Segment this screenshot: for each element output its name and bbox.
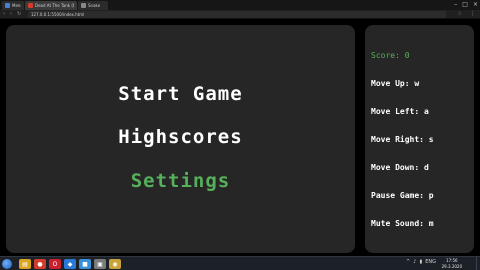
language-indicator[interactable]: ENG bbox=[425, 259, 436, 265]
chrome-icon[interactable]: ● bbox=[34, 259, 46, 269]
close-icon[interactable]: × bbox=[473, 1, 478, 8]
taskbar: ▤ ● O ◆ ■ ▣ ◉ ^ ♪ ▮ ENG 17:56 29.3.2020 bbox=[0, 256, 480, 270]
mute-sound-label: Mute Sound: m bbox=[371, 219, 434, 228]
forward-icon[interactable]: › bbox=[10, 11, 12, 17]
tab-snake[interactable]: Snake bbox=[78, 1, 108, 10]
tray-expand-icon[interactable]: ^ bbox=[406, 259, 410, 265]
settings-button[interactable]: Settings bbox=[6, 170, 355, 192]
clock-date: 29.3.2020 bbox=[441, 264, 462, 269]
chrome-2-icon[interactable]: ◉ bbox=[109, 259, 121, 269]
file-explorer-icon[interactable]: ▤ bbox=[19, 259, 31, 269]
back-icon[interactable]: ‹ bbox=[3, 11, 5, 17]
tab-title: Menu bbox=[12, 3, 21, 8]
move-left-label: Move Left: a bbox=[371, 107, 429, 116]
photos-icon[interactable]: ▣ bbox=[94, 259, 106, 269]
controls-panel: Score: 0 Move Up: w Move Left: a Move Ri… bbox=[365, 25, 474, 253]
vscode-icon[interactable]: ◆ bbox=[64, 259, 76, 269]
move-right-label: Move Right: s bbox=[371, 135, 434, 144]
reload-icon[interactable]: ↻ bbox=[17, 11, 21, 17]
move-up-label: Move Up: w bbox=[371, 79, 420, 88]
url-field[interactable]: 127.0.0.1:5500/index.html bbox=[28, 11, 446, 18]
window-controls: – □ × bbox=[454, 1, 478, 8]
tab-favicon-icon bbox=[5, 3, 10, 8]
tab-dead-at-the-tank[interactable]: Dead At The Tank (Remast... bbox=[25, 1, 77, 10]
system-tray: ^ ♪ ▮ ENG bbox=[406, 259, 436, 265]
volume-icon[interactable]: ♪ bbox=[413, 259, 416, 265]
tab-favicon-icon bbox=[28, 3, 33, 8]
battery-icon[interactable]: ▮ bbox=[419, 259, 422, 265]
highscores-button[interactable]: Highscores bbox=[6, 126, 355, 148]
start-game-button[interactable]: Start Game bbox=[6, 83, 355, 105]
address-bar: ‹ › ↻ 127.0.0.1:5500/index.html ☆ ⋮ bbox=[0, 10, 480, 19]
game-viewport: Start Game Highscores Settings Score: 0 … bbox=[0, 20, 480, 256]
opera-icon[interactable]: O bbox=[49, 259, 61, 269]
bookmark-star-icon[interactable]: ☆ bbox=[458, 11, 462, 17]
show-desktop-button[interactable] bbox=[476, 257, 480, 270]
score-label: Score: 0 bbox=[371, 51, 410, 60]
app-icon[interactable]: ■ bbox=[79, 259, 91, 269]
pause-game-label: Pause Game: p bbox=[371, 191, 434, 200]
tab-favicon-icon bbox=[81, 3, 86, 8]
main-menu-panel: Start Game Highscores Settings bbox=[6, 25, 355, 253]
browser-menu-icon[interactable]: ⋮ bbox=[470, 11, 475, 17]
maximize-icon[interactable]: □ bbox=[462, 1, 468, 8]
browser-tab-bar: Menu Dead At The Tank (Remast... Snake –… bbox=[0, 0, 480, 10]
minimize-icon[interactable]: – bbox=[454, 1, 457, 8]
start-button-icon[interactable] bbox=[2, 259, 12, 269]
tab-title: Dead At The Tank (Remast... bbox=[35, 3, 74, 8]
tab-menu[interactable]: Menu bbox=[2, 1, 24, 10]
clock[interactable]: 17:56 29.3.2020 bbox=[442, 258, 462, 270]
tab-title: Snake bbox=[88, 3, 101, 8]
move-down-label: Move Down: d bbox=[371, 163, 429, 172]
